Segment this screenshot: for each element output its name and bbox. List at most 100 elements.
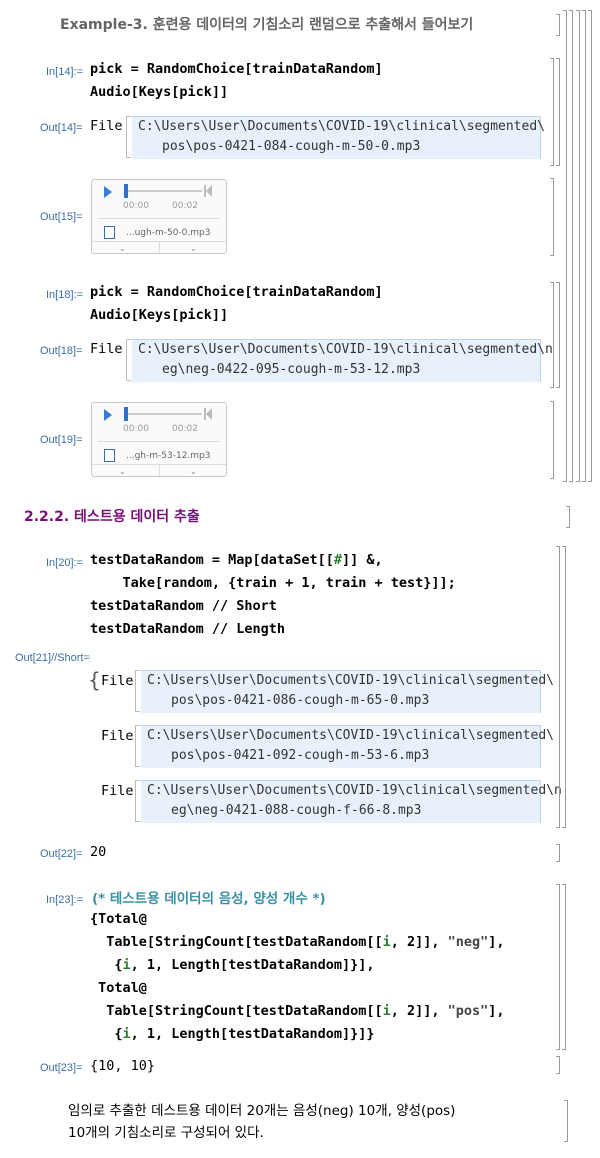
out-label: Out[18]=	[40, 345, 83, 357]
skip-end-icon[interactable]	[206, 408, 212, 420]
input-code[interactable]: Take[random, {train + 1, train + test}]]…	[90, 575, 456, 591]
input-code[interactable]: Audio[Keys[pick]]	[90, 307, 228, 323]
out-label: Out[23]=	[40, 1062, 83, 1074]
input-code[interactable]: pick = RandomChoice[trainDataRandom]	[90, 284, 383, 300]
input-code[interactable]: {Total@	[90, 911, 147, 927]
seek-bar[interactable]	[128, 413, 202, 415]
file-path-box[interactable]: C:\Users\User\Documents\COVID-19\clinica…	[132, 116, 545, 159]
file-path-line: C:\Users\User\Documents\COVID-19\clinica…	[138, 119, 545, 134]
seek-bar[interactable]	[128, 190, 202, 192]
divider	[159, 464, 160, 476]
file-path-box[interactable]: C:\Users\User\Documents\COVID-19\clinica…	[132, 339, 553, 382]
code-var: #	[333, 552, 342, 568]
code-part: {	[90, 957, 123, 973]
in-label: In[20]:=	[46, 557, 84, 569]
group-bracket[interactable]	[569, 10, 573, 482]
file-path-line: eg\neg-0422-095-cough-m-53-12.mp3	[162, 362, 421, 377]
cell-bracket[interactable]	[550, 282, 554, 388]
group-bracket[interactable]	[588, 10, 592, 482]
cell-bracket[interactable]	[556, 844, 560, 862]
in-label: In[18]:=	[46, 289, 84, 301]
example-heading: Example-3. 훈련용 데이터의 기침소리 랜덤으로 추출해서 들어보기	[60, 17, 474, 33]
output-value: 20	[90, 844, 107, 860]
file-path-box[interactable]: C:\Users\User\Documents\COVID-19\clinica…	[141, 670, 554, 713]
file-open-bracket	[135, 670, 140, 712]
input-code[interactable]: {i, 1, Length[testDataRandom]}]}	[90, 1026, 374, 1042]
divider	[98, 218, 220, 219]
code-string: "neg"	[447, 934, 489, 950]
conclusion-line: 10개의 기침소리로 구성되어 있다.	[68, 1125, 264, 1141]
file-path-line: C:\Users\User\Documents\COVID-19\clinica…	[147, 728, 554, 743]
audio-filename: ...ugh-m-50-0.mp3	[126, 228, 211, 238]
input-code[interactable]: testDataRandom = Map[dataSet[[#]] &,	[90, 552, 383, 568]
time-start: 00:00	[123, 424, 149, 434]
cell-bracket[interactable]	[550, 58, 554, 166]
file-path-line: eg\neg-0421-088-cough-f-66-8.mp3	[171, 803, 422, 818]
cell-bracket[interactable]	[550, 178, 554, 256]
group-bracket[interactable]	[582, 10, 586, 482]
file-keyword: File	[101, 728, 134, 744]
code-part: , 2]],	[390, 934, 448, 950]
time-end: 00:02	[172, 424, 198, 434]
file-path-box[interactable]: C:\Users\User\Documents\COVID-19\clinica…	[141, 725, 554, 768]
code-var: i	[382, 934, 391, 950]
file-path-line: pos\pos-0421-092-cough-m-53-6.mp3	[171, 748, 430, 763]
input-code[interactable]: Table[StringCount[testDataRandom[[i, 2]]…	[90, 1003, 504, 1019]
file-keyword: File	[101, 673, 134, 689]
out-label: Out[22]=	[40, 848, 83, 860]
output-value: {10, 10}	[90, 1058, 156, 1074]
audio-player[interactable]: 00:00 00:02 ...ugh-m-50-0.mp3 ⌄ ⌄	[91, 179, 227, 254]
cell-bracket[interactable]	[556, 546, 560, 828]
file-path-line: C:\Users\User\Documents\COVID-19\clinica…	[138, 342, 553, 357]
code-var: i	[122, 1026, 131, 1042]
code-part: , 1, Length[testDataRandom]}],	[130, 957, 375, 973]
input-code[interactable]: {i, 1, Length[testDataRandom]}],	[90, 957, 375, 973]
file-keyword: File	[90, 341, 123, 357]
file-open-bracket	[126, 339, 131, 381]
section-title: 2.2.2. 테스트용 데이터 추출	[24, 509, 200, 525]
code-part: Table[StringCount[testDataRandom[[	[90, 1003, 383, 1019]
file-path-line: pos\pos-0421-086-cough-m-65-0.mp3	[171, 693, 430, 708]
divider	[98, 441, 220, 442]
out-label: Out[19]=	[40, 434, 83, 446]
conclusion-line: 임의로 추출한 데스트용 데이터 20개는 음성(neg) 10개, 양성(po…	[68, 1103, 456, 1119]
play-icon[interactable]	[104, 186, 112, 198]
code-part: Table[StringCount[testDataRandom[[	[90, 934, 383, 950]
file-path-box[interactable]: C:\Users\User\Documents\COVID-19\clinica…	[141, 780, 562, 823]
group-bracket[interactable]	[576, 10, 580, 482]
cell-bracket[interactable]	[566, 506, 570, 528]
chevron-down-icon[interactable]: ⌄	[119, 467, 126, 476]
file-path-line: C:\Users\User\Documents\COVID-19\clinica…	[147, 783, 562, 798]
code-comment[interactable]: (* 테스트용 데이터의 음성, 양성 개수 *)	[92, 887, 326, 907]
input-code[interactable]: testDataRandom // Length	[90, 621, 285, 637]
skip-end-icon[interactable]	[206, 185, 212, 197]
input-code[interactable]: Table[StringCount[testDataRandom[[i, 2]]…	[90, 934, 504, 950]
file-open-bracket	[126, 116, 131, 158]
group-bracket[interactable]	[563, 10, 567, 482]
cell-bracket[interactable]	[562, 884, 566, 1050]
cell-bracket[interactable]	[562, 546, 566, 828]
in-label: In[23]:=	[46, 894, 84, 906]
cell-bracket[interactable]	[556, 884, 560, 1050]
time-start: 00:00	[123, 201, 149, 211]
time-end: 00:02	[172, 201, 198, 211]
input-code[interactable]: pick = RandomChoice[trainDataRandom]	[90, 61, 383, 77]
input-code[interactable]: testDataRandom // Short	[90, 598, 277, 614]
input-code[interactable]: Total@	[90, 980, 147, 996]
file-icon	[104, 449, 115, 462]
chevron-down-icon[interactable]: ⌄	[119, 244, 126, 253]
cell-bracket[interactable]	[556, 58, 560, 166]
cell-bracket[interactable]	[556, 282, 560, 388]
cell-bracket[interactable]	[556, 1056, 560, 1074]
play-icon[interactable]	[104, 409, 112, 421]
cell-bracket[interactable]	[550, 401, 554, 479]
chevron-down-icon[interactable]: ⌄	[190, 467, 197, 476]
file-icon	[104, 226, 115, 239]
input-code[interactable]: Audio[Keys[pick]]	[90, 84, 228, 100]
file-open-bracket	[135, 725, 140, 767]
chevron-down-icon[interactable]: ⌄	[190, 244, 197, 253]
file-open-bracket	[135, 780, 140, 822]
cell-bracket[interactable]	[556, 14, 560, 36]
cell-bracket[interactable]	[564, 1100, 568, 1142]
audio-player[interactable]: 00:00 00:02 ...gh-m-53-12.mp3 ⌄ ⌄	[91, 402, 227, 477]
